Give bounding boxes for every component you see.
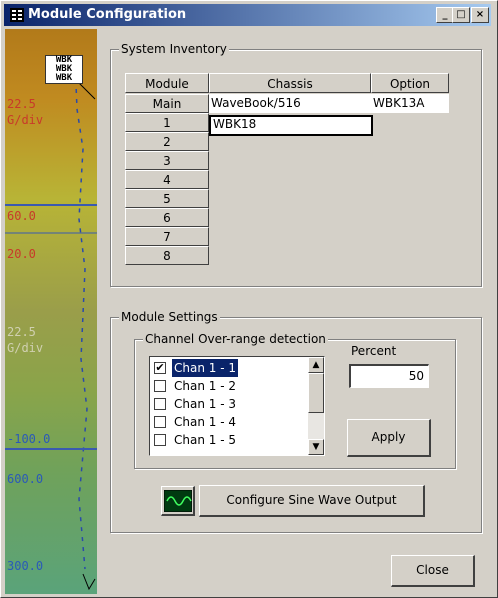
apply-button[interactable]: Apply [347, 419, 431, 457]
list-scrollbar[interactable]: ▲ ▼ [308, 357, 324, 455]
window-title: Module Configuration [28, 7, 187, 22]
close-button[interactable]: Close [391, 555, 475, 587]
list-item-chan-1-2[interactable]: Chan 1 - 2 [152, 377, 302, 395]
option-cell-main[interactable]: WBK13A [371, 94, 449, 113]
scroll-thumb[interactable] [308, 373, 324, 413]
configure-sine-wave-button[interactable]: Configure Sine Wave Output [199, 485, 425, 517]
module-settings-title: Module Settings [119, 310, 220, 324]
channel-label: Chan 1 - 5 [174, 433, 236, 447]
row-header-6[interactable]: 6 [125, 208, 209, 227]
overrange-title: Channel Over-range detection [143, 332, 328, 346]
checkbox-chan-1-4[interactable] [154, 416, 166, 428]
sidebar-label: G/div [7, 341, 44, 355]
scroll-down-icon[interactable]: ▼ [308, 439, 324, 455]
chassis-cell-main[interactable]: WaveBook/516 [209, 94, 371, 113]
sidebar-label: 600.0 [7, 472, 44, 486]
row-header-2[interactable]: 2 [125, 132, 209, 151]
row-header-main[interactable]: Main [125, 94, 209, 113]
sidebar-label: 20.0 [7, 247, 36, 261]
sine-wave-icon-button[interactable] [161, 486, 195, 516]
channel-label: Chan 1 - 4 [174, 415, 236, 429]
wbk-logo: WBK WBK WBK [45, 55, 83, 84]
sidebar-graphic: WBK WBK WBK 22.5 G/div 60.0 20.0 22.5 G/… [5, 29, 97, 594]
sidebar-label: 22.5 [7, 325, 36, 339]
checkbox-chan-1-3[interactable] [154, 398, 166, 410]
sine-wave-icon [164, 490, 192, 512]
percent-input[interactable]: 50 [349, 364, 429, 388]
close-window-button[interactable]: × [471, 7, 489, 23]
sidebar-label: -100.0 [7, 432, 51, 446]
column-header-chassis[interactable]: Chassis [209, 73, 371, 93]
list-item-chan-1-3[interactable]: Chan 1 - 3 [152, 395, 302, 413]
maximize-button[interactable]: □ [452, 7, 470, 23]
module-configuration-window: Module Configuration _ □ × WBK WBK WBK 2… [0, 0, 498, 598]
row-header-5[interactable]: 5 [125, 189, 209, 208]
channel-label: Chan 1 - 3 [174, 397, 236, 411]
checkbox-chan-1-1[interactable]: ✔ [154, 362, 166, 374]
row-header-8[interactable]: 8 [125, 246, 209, 265]
channel-label: Chan 1 - 2 [174, 379, 236, 393]
list-item-chan-1-1[interactable]: ✔ Chan 1 - 1 [152, 359, 302, 377]
row-header-4[interactable]: 4 [125, 170, 209, 189]
app-grid-icon [10, 8, 24, 22]
sidebar-label: 300.0 [7, 559, 44, 573]
row-header-7[interactable]: 7 [125, 227, 209, 246]
sidebar-label: 60.0 [7, 209, 36, 223]
chassis-cell-1[interactable]: WBK18 [209, 115, 373, 136]
channel-list[interactable]: ✔ Chan 1 - 1 Chan 1 - 2 Chan 1 - 3 Chan … [149, 356, 325, 456]
row-header-3[interactable]: 3 [125, 151, 209, 170]
sidebar-label: G/div [7, 113, 44, 127]
checkbox-chan-1-2[interactable] [154, 380, 166, 392]
sidebar-label: 22.5 [7, 97, 36, 111]
channel-label: Chan 1 - 1 [172, 359, 238, 377]
title-bar[interactable]: Module Configuration _ □ × [4, 4, 491, 26]
list-item-chan-1-5[interactable]: Chan 1 - 5 [152, 431, 302, 449]
column-header-option[interactable]: Option [371, 73, 449, 93]
list-item-chan-1-4[interactable]: Chan 1 - 4 [152, 413, 302, 431]
scroll-up-icon[interactable]: ▲ [308, 357, 324, 373]
system-inventory-title: System Inventory [119, 42, 229, 56]
percent-label: Percent [351, 344, 397, 358]
column-header-module[interactable]: Module [125, 73, 209, 93]
checkbox-chan-1-5[interactable] [154, 434, 166, 446]
row-header-1[interactable]: 1 [125, 113, 209, 132]
